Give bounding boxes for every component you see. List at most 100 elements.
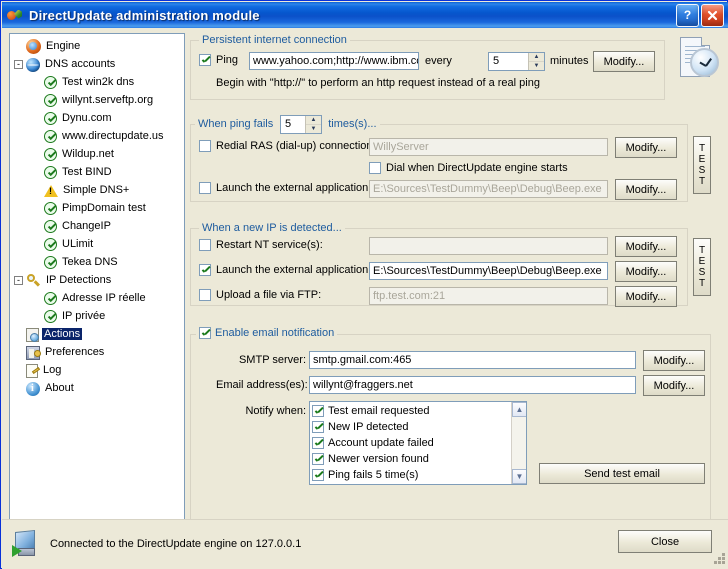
ftp-upload-checkbox[interactable]: [199, 289, 211, 301]
redial-ras-input[interactable]: WillyServer: [369, 138, 608, 156]
close-window-button[interactable]: [701, 4, 724, 27]
tree-item-pimpdomain-test[interactable]: PimpDomain test: [10, 199, 184, 217]
notify-item-checkbox[interactable]: [312, 437, 324, 449]
ok-check-icon: [44, 238, 57, 251]
tree-item-dynu-com[interactable]: Dynu.com: [10, 109, 184, 127]
restart-service-label: Restart NT service(s):: [216, 239, 323, 251]
ping-fails-launch-app-input[interactable]: E:\Sources\TestDummy\Beep\Debug\Beep.exe: [369, 180, 608, 198]
navigation-tree-panel[interactable]: Engine -DNS accountsTest win2k dnswillynt…: [9, 33, 185, 538]
close-button[interactable]: Close: [618, 530, 712, 553]
tree-item-ip-detections[interactable]: -IP Detections: [10, 271, 184, 289]
dial-on-start-checkbox[interactable]: [369, 162, 381, 174]
tree-item-tekea-dns[interactable]: Tekea DNS: [10, 253, 184, 271]
restart-service-input[interactable]: [369, 237, 608, 255]
stepper-up-icon[interactable]: ▲: [529, 53, 544, 62]
ftp-upload-label: Upload a file via FTP:: [216, 289, 321, 301]
new-ip-launch-app-input[interactable]: E:\Sources\TestDummy\Beep\Debug\Beep.exe: [369, 262, 608, 280]
ping-fails-prefix: When ping fails: [198, 118, 273, 130]
email-address-input[interactable]: willynt@fraggers.net: [309, 376, 636, 394]
tree-expander-icon[interactable]: -: [14, 60, 23, 69]
ping-fails-value[interactable]: 5: [281, 116, 305, 133]
notify-when-items[interactable]: Test email requested New IP detectedAccou…: [310, 403, 510, 483]
new-ip-launch-modify-button[interactable]: Modify...: [615, 261, 677, 282]
new-ip-test-button[interactable]: T E S T: [693, 238, 711, 296]
tree-item-ulimit[interactable]: ULimit: [10, 235, 184, 253]
restart-service-modify-button[interactable]: Modify...: [615, 236, 677, 257]
ok-check-icon: [44, 166, 57, 179]
ping-label: Ping: [216, 54, 238, 66]
notify-when-listbox[interactable]: Test email requested New IP detectedAccou…: [309, 401, 527, 485]
notify-list-item[interactable]: Newer version found: [310, 451, 510, 467]
tree-item-preferences[interactable]: Preferences: [10, 343, 184, 361]
notify-list-scrollbar[interactable]: ▲ ▼: [511, 402, 526, 484]
computer-icon: [12, 529, 42, 559]
tree-item-willynt-serveftp-org[interactable]: willynt.serveftp.org: [10, 91, 184, 109]
tree-item-adresse-ip-r-elle[interactable]: Adresse IP réelle: [10, 289, 184, 307]
ping-fails-group: When ping fails times(s)... 5 ▲▼ Redial …: [190, 124, 688, 202]
notify-scroll-down-button[interactable]: ▼: [512, 469, 527, 484]
email-notification-header: Enable email notification: [196, 327, 337, 339]
tree-item-simple-dns[interactable]: Simple DNS+: [10, 181, 184, 199]
ping-host-input[interactable]: www.yahoo.com;http://www.ibm.cc: [249, 52, 419, 70]
ping-modify-button[interactable]: Modify...: [593, 51, 655, 72]
notify-list-item[interactable]: Ping fails 5 time(s): [310, 467, 510, 483]
tree-item-label: Actions: [42, 328, 82, 340]
notify-item-checkbox[interactable]: [312, 405, 324, 417]
ftp-upload-modify-button[interactable]: Modify...: [615, 286, 677, 307]
notify-list-item[interactable]: New IP detected: [310, 419, 510, 435]
ping-fails-launch-modify-button[interactable]: Modify...: [615, 179, 677, 200]
smtp-modify-button[interactable]: Modify...: [643, 350, 705, 371]
navigation-tree[interactable]: Engine -DNS accountsTest win2k dnswillynt…: [10, 34, 184, 519]
ping-fails-stepper-arrows[interactable]: ▲▼: [305, 116, 321, 133]
tree-item-actions[interactable]: Actions: [10, 325, 184, 343]
stepper-down-icon[interactable]: ▼: [306, 125, 321, 133]
redial-ras-label: Redial RAS (dial-up) connection:: [216, 140, 376, 152]
tree-item-www-directupdate-us[interactable]: www.directupdate.us: [10, 127, 184, 145]
ping-checkbox[interactable]: [199, 54, 211, 66]
globe-icon: [26, 58, 40, 72]
send-test-email-button[interactable]: Send test email: [539, 463, 705, 484]
ping-fails-stepper[interactable]: 5 ▲▼: [280, 115, 322, 134]
tree-expander-icon[interactable]: -: [14, 276, 23, 285]
stepper-arrows[interactable]: ▲▼: [528, 53, 544, 70]
tree-item-dns-accounts[interactable]: -DNS accounts: [10, 55, 184, 73]
tree-item-ip-priv-e[interactable]: IP privée: [10, 307, 184, 325]
tree-item-test-bind[interactable]: Test BIND: [10, 163, 184, 181]
ping-interval-stepper[interactable]: 5 ▲▼: [488, 52, 545, 71]
resize-grip[interactable]: [714, 553, 726, 565]
tree-item-wildup-net[interactable]: Wildup.net: [10, 145, 184, 163]
ping-fails-test-button[interactable]: T E S T: [693, 136, 711, 194]
ping-interval-value[interactable]: 5: [489, 53, 528, 70]
tree-item-engine[interactable]: Engine: [10, 37, 184, 55]
email-address-modify-button[interactable]: Modify...: [643, 375, 705, 396]
enable-email-checkbox[interactable]: [199, 327, 211, 339]
tree-item-label: Wildup.net: [60, 148, 116, 160]
tree-item-log[interactable]: Log: [10, 361, 184, 379]
ping-fails-launch-app-checkbox[interactable]: [199, 182, 211, 194]
notify-list-item[interactable]: Account update failed: [310, 435, 510, 451]
notify-item-checkbox[interactable]: [312, 453, 324, 465]
stepper-down-icon[interactable]: ▼: [529, 62, 544, 70]
ftp-upload-input[interactable]: ftp.test.com:21: [369, 287, 608, 305]
tree-item-label: Dynu.com: [60, 112, 114, 124]
notify-scroll-up-button[interactable]: ▲: [512, 402, 527, 417]
ping-hint-text: Begin with "http://" to perform an http …: [216, 77, 540, 89]
tree-item-changeip[interactable]: ChangeIP: [10, 217, 184, 235]
notify-list-item[interactable]: Test email requested: [310, 403, 510, 419]
redial-ras-checkbox[interactable]: [199, 140, 211, 152]
ok-check-icon: [44, 130, 57, 143]
redial-ras-modify-button[interactable]: Modify...: [615, 137, 677, 158]
tree-item-about[interactable]: About: [10, 379, 184, 397]
notify-item-checkbox[interactable]: [312, 469, 324, 481]
smtp-server-input[interactable]: smtp.gmail.com:465: [309, 351, 636, 369]
tree-item-label: Test BIND: [60, 166, 114, 178]
restart-service-checkbox[interactable]: [199, 239, 211, 251]
tree-item-label: Engine: [44, 40, 82, 52]
notify-item-checkbox[interactable]: [312, 421, 324, 433]
tree-item-test-win2k-dns[interactable]: Test win2k dns: [10, 73, 184, 91]
new-ip-launch-app-checkbox[interactable]: [199, 264, 211, 276]
notify-item-label: Test email requested: [328, 405, 430, 417]
stepper-up-icon[interactable]: ▲: [306, 116, 321, 125]
tree-item-label: Preferences: [43, 346, 106, 358]
help-button[interactable]: ?: [676, 4, 699, 27]
